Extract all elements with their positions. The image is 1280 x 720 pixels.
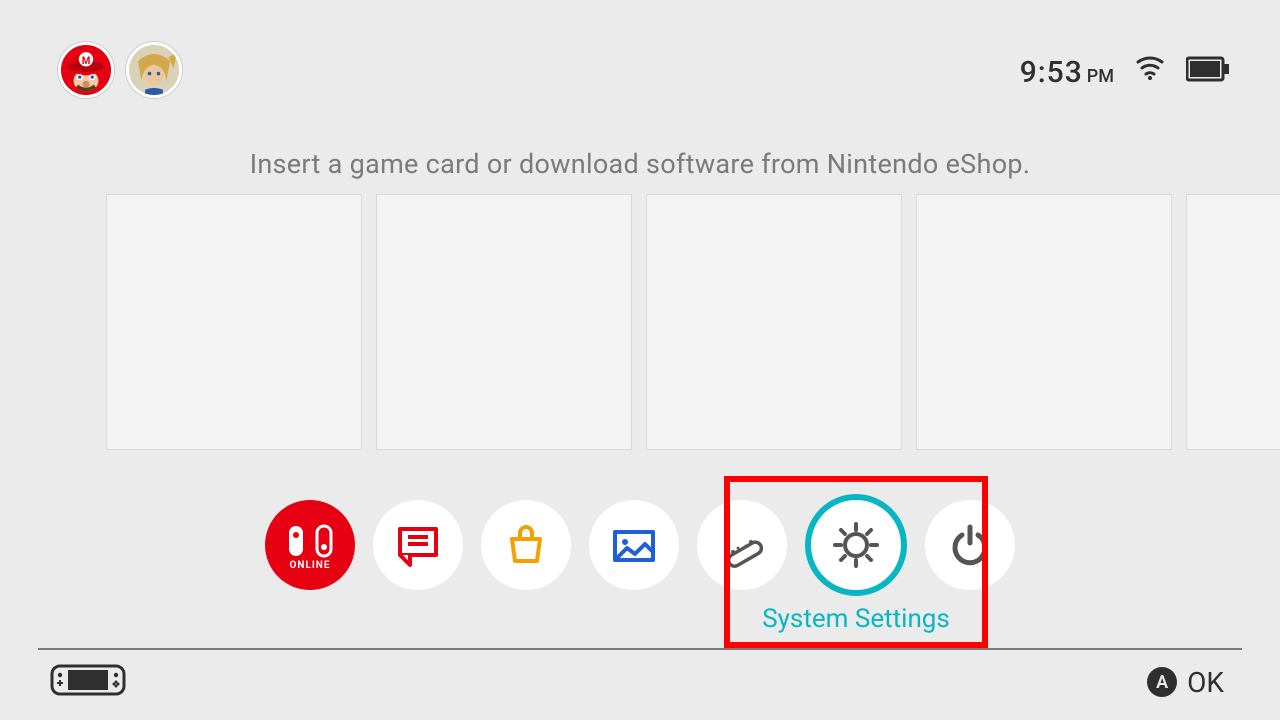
- album-icon: [589, 500, 679, 590]
- power-icon: [925, 500, 1015, 590]
- button-hint-ok: A OK: [1147, 666, 1224, 699]
- a-button-icon: A: [1147, 667, 1177, 697]
- software-row[interactable]: [106, 194, 1280, 450]
- dock-album[interactable]: [589, 500, 679, 602]
- news-icon: [373, 500, 463, 590]
- clock: 9:53PM: [1020, 55, 1114, 90]
- dock-online[interactable]: ONLINE: [265, 500, 355, 602]
- footer-divider: [38, 648, 1242, 650]
- empty-software-prompt: Insert a game card or download software …: [0, 148, 1280, 180]
- software-slot[interactable]: [376, 194, 632, 450]
- battery-icon: [1186, 56, 1230, 82]
- ok-label: OK: [1187, 666, 1224, 699]
- eshop-icon: [481, 500, 571, 590]
- dock-settings[interactable]: System Settings: [805, 500, 907, 602]
- online-label: ONLINE: [290, 560, 331, 571]
- dock-selected-label: System Settings: [762, 604, 950, 634]
- online-icon: ONLINE: [265, 500, 355, 590]
- dock-eshop[interactable]: [481, 500, 571, 602]
- software-slot[interactable]: [1186, 194, 1280, 450]
- handheld-console-icon: [50, 662, 126, 702]
- dock-news[interactable]: [373, 500, 463, 602]
- settings-icon: [805, 494, 907, 596]
- software-slot[interactable]: [106, 194, 362, 450]
- software-slot[interactable]: [916, 194, 1172, 450]
- user-avatar-1[interactable]: M: [58, 42, 114, 98]
- user-avatar-2[interactable]: [126, 42, 182, 98]
- software-slot[interactable]: [646, 194, 902, 450]
- clock-time: 9:53: [1020, 55, 1083, 90]
- wifi-icon: [1134, 50, 1166, 82]
- svg-text:M: M: [82, 56, 91, 67]
- clock-ampm: PM: [1087, 66, 1114, 87]
- dock-power[interactable]: [925, 500, 1015, 602]
- system-dock: ONLINE: [0, 500, 1280, 602]
- controllers-icon: [697, 500, 787, 590]
- dock-controllers[interactable]: [697, 500, 787, 602]
